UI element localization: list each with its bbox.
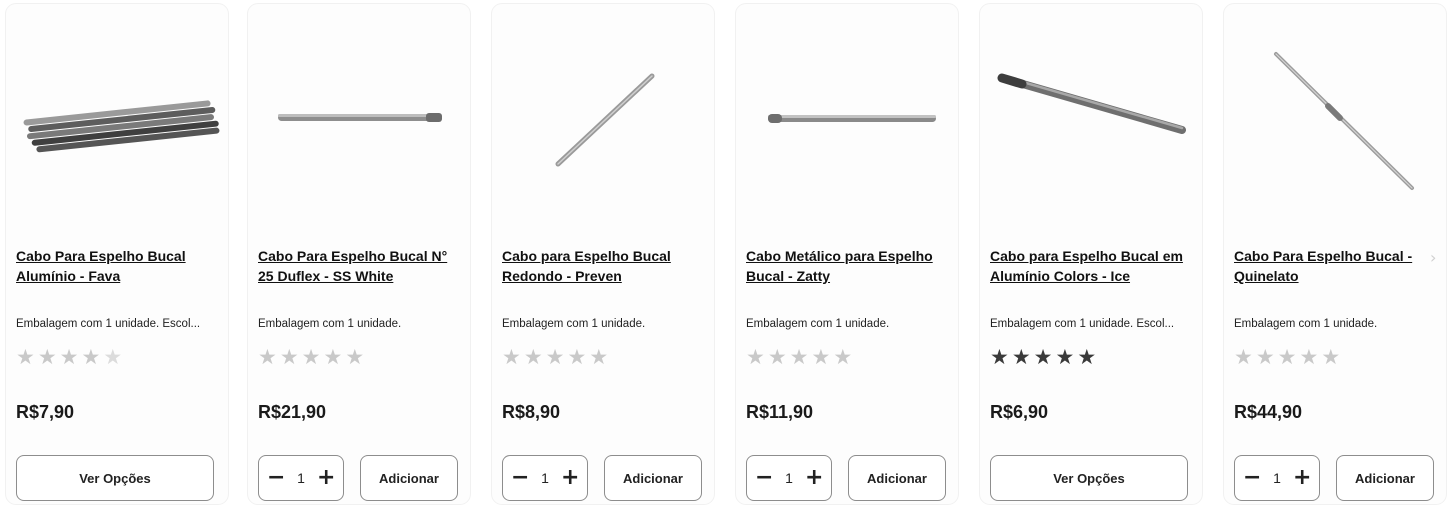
- star-icon: ★: [1321, 345, 1341, 369]
- quantity-input[interactable]: [291, 470, 311, 486]
- product-description: Embalagem com 1 unidade. Escol...: [16, 318, 201, 330]
- handle-diagonal-icon: [555, 73, 655, 167]
- minus-icon[interactable]: −: [1243, 467, 1261, 489]
- star-icon: ★: [1055, 345, 1075, 369]
- product-image[interactable]: [14, 22, 220, 222]
- star-icon: ★: [502, 345, 521, 369]
- star-icon: ★: [1077, 345, 1097, 369]
- star-icon: ★: [1255, 345, 1275, 369]
- product-image[interactable]: [988, 22, 1194, 222]
- star-icon: ★: [567, 345, 587, 369]
- minus-icon[interactable]: −: [511, 467, 529, 489]
- rating-stars: ★ ★ ★ ★ ★: [502, 345, 608, 369]
- product-title[interactable]: Cabo Para Espelho Bucal Alumínio - Fava: [16, 246, 216, 286]
- star-icon: ★: [81, 345, 101, 369]
- star-icon: ★: [523, 345, 543, 369]
- quantity-stepper: − +: [258, 455, 344, 501]
- minus-icon[interactable]: −: [755, 467, 773, 489]
- product-card: Cabo para Espelho Bucal em Alumínio Colo…: [980, 4, 1202, 504]
- star-icon: ★: [1299, 345, 1319, 369]
- rating-stars: ★ ★ ★ ★ ★: [746, 345, 852, 369]
- product-card: Cabo Metálico para Espelho Bucal - Zatty…: [736, 4, 958, 504]
- star-icon: ★: [767, 345, 787, 369]
- handle-angled-icon: [997, 73, 1186, 134]
- rating-stars: ★ ★ ★ ★ ★: [258, 345, 364, 369]
- product-card: Cabo para Espelho Bucal Redondo - Preven…: [492, 4, 714, 504]
- star-icon: ★: [37, 345, 57, 369]
- quantity-input[interactable]: [779, 470, 799, 486]
- add-to-cart-button[interactable]: Adicionar: [604, 455, 702, 501]
- star-icon: ★: [833, 345, 853, 369]
- quantity-stepper: − +: [1234, 455, 1320, 501]
- product-price: R$44,90: [1234, 402, 1303, 422]
- chevron-right-icon[interactable]: ›: [1430, 248, 1436, 267]
- add-to-cart-button[interactable]: Adicionar: [360, 455, 458, 501]
- star-icon: ★: [279, 345, 299, 369]
- star-icon: ★: [301, 345, 321, 369]
- quantity-stepper: − +: [502, 455, 588, 501]
- star-icon: ★: [789, 345, 809, 369]
- product-price: R$11,90: [746, 402, 814, 422]
- product-price: R$8,90: [502, 402, 561, 422]
- star-icon: ★: [323, 345, 343, 369]
- quantity-input[interactable]: [535, 470, 555, 486]
- product-card: Cabo Para Espelho Bucal Alumínio - Fava …: [6, 4, 228, 504]
- rating-stars: ★ ★ ★ ★ ★: [1234, 345, 1340, 369]
- product-carousel: Cabo Para Espelho Bucal Alumínio - Fava …: [0, 0, 1448, 506]
- minus-icon[interactable]: −: [267, 467, 285, 489]
- plus-icon[interactable]: +: [317, 467, 335, 489]
- plus-icon[interactable]: +: [561, 467, 579, 489]
- product-price: R$7,90: [16, 402, 75, 422]
- product-image[interactable]: [500, 22, 706, 222]
- plus-icon[interactable]: +: [805, 467, 823, 489]
- product-description: Embalagem com 1 unidade.: [258, 318, 402, 330]
- add-to-cart-button[interactable]: Adicionar: [848, 455, 946, 501]
- star-icon: ★: [1033, 345, 1053, 369]
- product-description: Embalagem com 1 unidade.: [1234, 318, 1378, 330]
- handle-steep-icon: [1274, 52, 1414, 190]
- product-card: Cabo Para Espelho Bucal N° 25 Duflex - S…: [248, 4, 470, 504]
- star-icon: ★: [746, 345, 765, 369]
- star-icon: ★: [1234, 345, 1253, 369]
- product-title[interactable]: Cabo Metálico para Espelho Bucal - Zatty: [746, 246, 946, 286]
- star-icon: ★: [103, 345, 123, 369]
- handle-horizontal-icon: [278, 113, 442, 122]
- view-options-button[interactable]: Ver Opções: [990, 455, 1188, 501]
- star-icon: ★: [1011, 345, 1031, 369]
- star-icon: ★: [811, 345, 831, 369]
- product-image[interactable]: [744, 22, 950, 222]
- product-price: R$6,90: [990, 402, 1049, 422]
- star-icon: ★: [545, 345, 565, 369]
- product-description: Embalagem com 1 unidade.: [502, 318, 646, 330]
- product-price: R$21,90: [258, 402, 327, 422]
- product-image[interactable]: [1232, 22, 1438, 222]
- star-icon: ★: [345, 345, 365, 369]
- star-icon: ★: [990, 345, 1009, 369]
- view-options-button[interactable]: Ver Opções: [16, 455, 214, 501]
- product-title[interactable]: Cabo Para Espelho Bucal - Quinelato: [1234, 246, 1434, 286]
- product-description: Embalagem com 1 unidade.: [746, 318, 890, 330]
- quantity-stepper: − +: [746, 455, 832, 501]
- product-image[interactable]: [256, 22, 462, 222]
- quantity-input[interactable]: [1267, 470, 1287, 486]
- plus-icon[interactable]: +: [1293, 467, 1311, 489]
- star-icon: ★: [59, 345, 79, 369]
- rating-stars: ★ ★ ★ ★ ★: [16, 345, 122, 369]
- star-icon: ★: [16, 345, 35, 369]
- add-to-cart-button[interactable]: Adicionar: [1336, 455, 1434, 501]
- product-title[interactable]: Cabo para Espelho Bucal Redondo - Preven: [502, 246, 702, 286]
- star-icon: ★: [1277, 345, 1297, 369]
- rating-stars: ★ ★ ★ ★ ★: [990, 345, 1096, 369]
- star-icon: ★: [258, 345, 277, 369]
- product-card: Cabo Para Espelho Bucal - Quinelato Emba…: [1224, 4, 1446, 504]
- product-description: Embalagem com 1 unidade. Escol...: [990, 318, 1175, 330]
- handle-horizontal-icon: [768, 114, 936, 123]
- product-title[interactable]: Cabo para Espelho Bucal em Alumínio Colo…: [990, 246, 1190, 286]
- product-title[interactable]: Cabo Para Espelho Bucal N° 25 Duflex - S…: [258, 246, 458, 286]
- star-icon: ★: [589, 345, 609, 369]
- handle-bundle-icon: [23, 100, 220, 153]
